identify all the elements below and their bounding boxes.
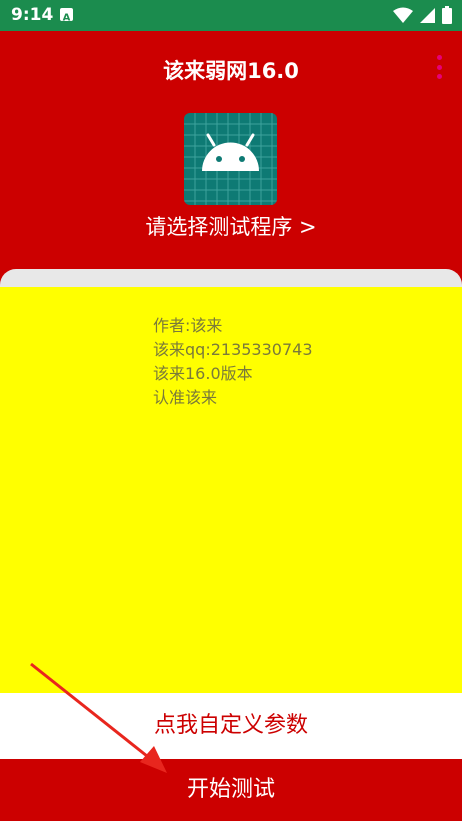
info-author: 作者:该来 — [153, 316, 223, 335]
status-icons — [393, 6, 452, 28]
wifi-icon — [393, 7, 413, 28]
page-title: 该来弱网16.0 — [163, 59, 299, 83]
info-note: 认准该来 — [153, 388, 218, 407]
info-version: 该来16.0版本 — [153, 364, 253, 383]
app-screen: 9:14 A 该来弱网16.0 请选择测试程序 > 作者:该来 该来qq:213… — [0, 0, 462, 821]
android-icon[interactable] — [184, 113, 277, 205]
status-bar: 9:14 A — [0, 0, 462, 31]
select-program-button[interactable]: 请选择测试程序 > — [0, 211, 462, 241]
custom-params-button[interactable]: 点我自定义参数 — [0, 693, 462, 759]
status-time: 9:14 — [11, 5, 54, 25]
svg-text:A: A — [63, 13, 71, 24]
a-notification-icon: A — [60, 8, 73, 24]
more-vert-icon[interactable] — [434, 55, 444, 79]
start-test-button[interactable]: 开始测试 — [0, 759, 462, 821]
info-text: 作者:该来 该来qq:2135330743 该来16.0版本 认准该来 — [153, 314, 313, 410]
app-toolbar: 该来弱网16.0 — [0, 31, 462, 103]
info-qq: 该来qq:2135330743 — [153, 340, 313, 359]
signal-icon — [419, 7, 436, 28]
battery-icon — [442, 6, 452, 28]
